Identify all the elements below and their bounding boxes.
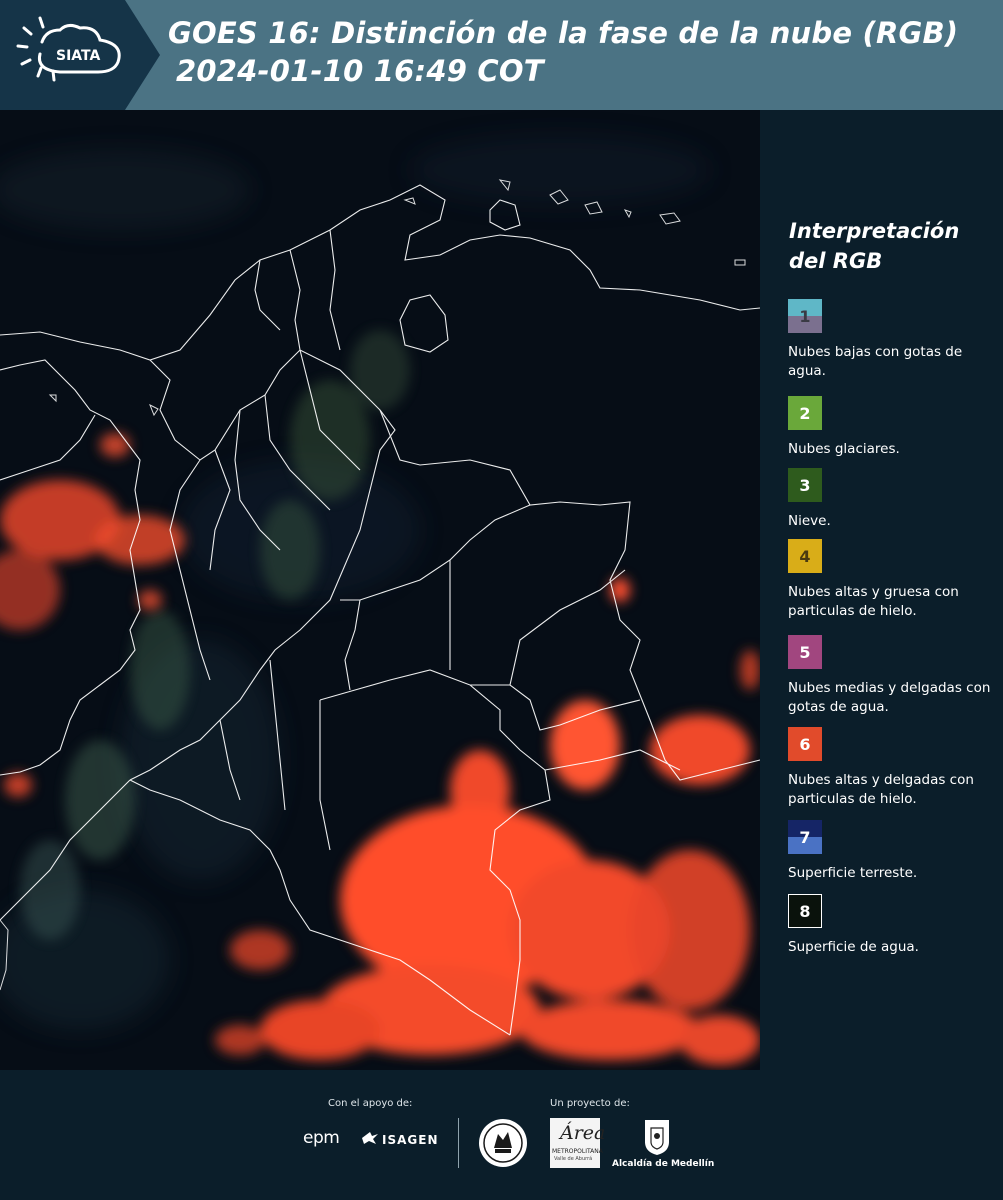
legend-label-4: Nubes altas y gruesa con particulas de h…	[788, 584, 959, 619]
project-label: Un proyecto de:	[550, 1098, 630, 1109]
legend-label-5: Nubes medias y delgadas con gotas de agu…	[788, 680, 991, 715]
header-bar: SIATA GOES 16: Distinción de la fase de …	[0, 0, 1003, 110]
legend-title: Interpretación del RGB	[789, 219, 960, 273]
legend-item-8: 8 Superficie de agua.	[788, 894, 1000, 957]
rgb-legend-panel: Interpretación del RGB 1 Nubes bajas con…	[760, 110, 1003, 1070]
legend-item-3: 3 Nieve.	[788, 468, 1000, 531]
gobernacion-seal-icon	[479, 1119, 527, 1167]
legend-swatch-2: 2	[788, 396, 822, 430]
legend-item-7: 7 Superficie terreste.	[788, 820, 1000, 883]
legend-label-6: Nubes altas y delgadas con particulas de…	[788, 772, 974, 807]
legend-label-3: Nieve.	[788, 513, 831, 529]
legend-label-7: Superficie terreste.	[788, 865, 918, 881]
legend-label-8: Superficie de agua.	[788, 939, 919, 955]
isagen-icon	[362, 1132, 378, 1144]
legend-item-4: 4 Nubes altas y gruesa con particulas de…	[788, 539, 1000, 621]
legend-swatch-8: 8	[788, 894, 822, 928]
satellite-map	[0, 110, 760, 1070]
legend-swatch-6: 6	[788, 727, 822, 761]
legend-swatch-4: 4	[788, 539, 822, 573]
legend-item-5: 5 Nubes medias y delgadas con gotas de a…	[788, 635, 1000, 717]
isagen-logo: ISAGEN	[382, 1133, 439, 1147]
legend-item-1: 1 Nubes bajas con gotas de agua.	[788, 299, 1000, 381]
title-line-1: GOES 16: Distinción de la fase de la nub…	[168, 16, 959, 50]
footer-sponsors: Con el apoyo de: Un proyecto de: epm ISA…	[0, 1070, 1003, 1200]
legend-swatch-3: 3	[788, 468, 822, 502]
legend-swatch-7: 7	[788, 820, 822, 854]
legend-swatch-1: 1	[788, 299, 822, 333]
epm-logo: epm	[303, 1128, 340, 1148]
alcaldia-medellin-logo: Alcaldía de Medellín	[612, 1159, 715, 1169]
legend-label-1: Nubes bajas con gotas de agua.	[788, 344, 963, 379]
legend-label-2: Nubes glaciares.	[788, 441, 900, 457]
legend-item-2: 2 Nubes glaciares.	[788, 396, 1000, 459]
title-line-2: 2024-01-10 16:49 COT	[176, 54, 544, 88]
siata-logo: SIATA	[0, 0, 160, 110]
legend-item-6: 6 Nubes altas y delgadas con particulas …	[788, 727, 1000, 809]
legend-swatch-5: 5	[788, 635, 822, 669]
footer-divider	[458, 1118, 459, 1168]
siata-logo-text: SIATA	[56, 48, 101, 64]
alcaldia-shield-icon	[645, 1120, 669, 1155]
page-title: GOES 16: Distinción de la fase de la nub…	[168, 14, 958, 90]
support-label: Con el apoyo de:	[328, 1098, 413, 1109]
area-metropolitana-logo: Área METROPOLITANA Valle de Aburrá	[550, 1118, 605, 1168]
